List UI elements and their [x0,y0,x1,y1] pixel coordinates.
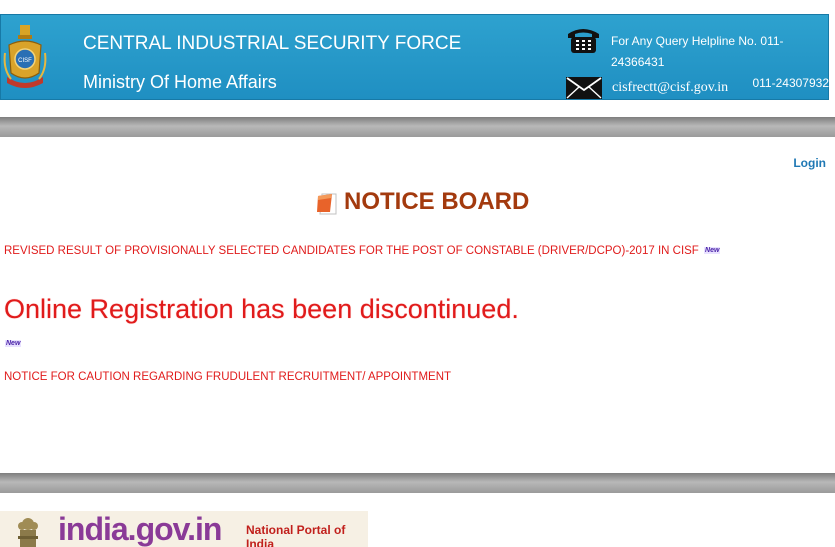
top-divider-bar [0,117,835,137]
org-name: CENTRAL INDUSTRIAL SECURITY FORCE [83,33,462,54]
notice-revised-result-link[interactable]: REVISED RESULT OF PROVISIONALLY SELECTED… [4,245,721,257]
notepad-icon [317,193,337,215]
ministry-name: Ministry Of Home Affairs [83,72,277,92]
notice-board-title: NOTICE BOARD [344,188,530,215]
india-gov-portal-banner[interactable]: india.gov.in National Portal of India [0,511,368,547]
site-header: CISF CENTRAL INDUSTRIAL SECURITY FORCE M… [0,14,829,100]
cisf-emblem-icon: CISF [3,25,47,88]
telephone-icon [568,29,599,53]
ashoka-emblem-icon [18,518,38,547]
new-badge: New [5,340,22,347]
helpline-text: For Any Query Helpline No. 011-24366431 [611,34,784,69]
svg-text:CISF: CISF [18,58,32,64]
bottom-divider-bar [0,473,835,493]
registration-discontinued-message: Online Registration has been discontinue… [4,294,519,324]
login-link[interactable]: Login [793,156,826,170]
contact-email: cisfrectt@cisf.gov.in [612,80,729,95]
india-gov-logo-text: india.gov.in [58,511,222,547]
envelope-icon [566,77,602,99]
new-badge: New [704,247,721,255]
notice-caution-fraud-link[interactable]: NOTICE FOR CAUTION REGARDING FRUDULENT R… [4,371,451,383]
national-portal-tagline: National Portal of India [246,523,346,547]
notice-revised-result-text: REVISED RESULT OF PROVISIONALLY SELECTED… [4,245,699,257]
